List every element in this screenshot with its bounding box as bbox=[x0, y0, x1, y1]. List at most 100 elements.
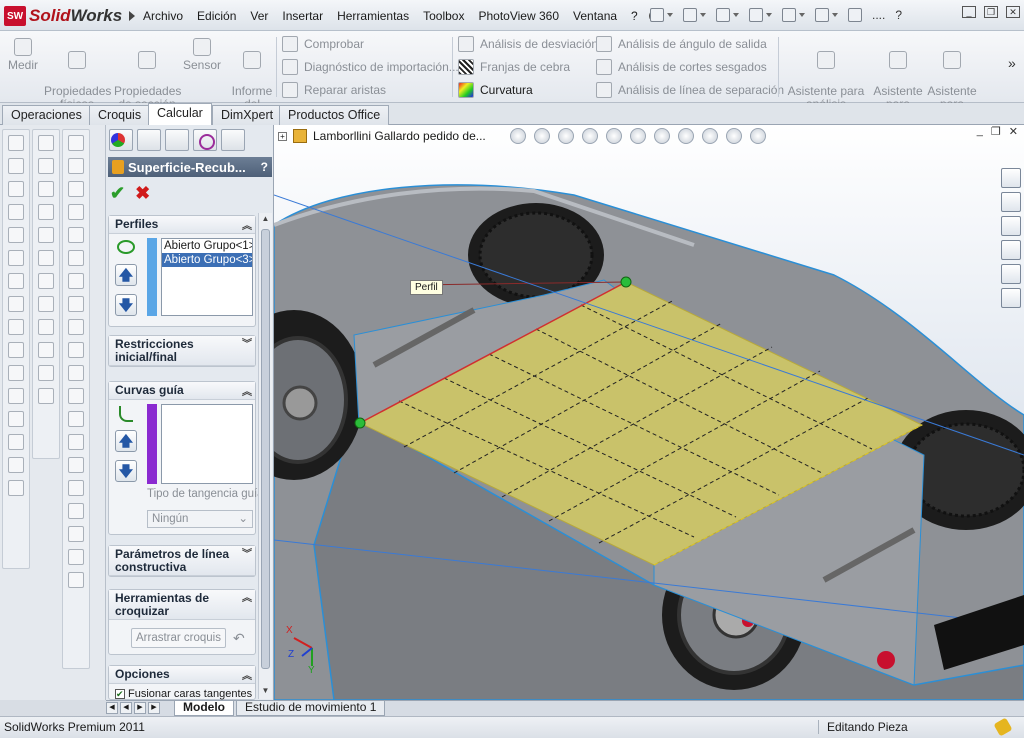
offset-surface-icon[interactable] bbox=[68, 273, 84, 289]
solid-icon[interactable] bbox=[38, 227, 54, 243]
menu-photoview[interactable]: PhotoView 360 bbox=[471, 9, 566, 23]
rebuild-icon[interactable] bbox=[848, 8, 862, 22]
delete-face-icon[interactable] bbox=[38, 342, 54, 358]
pattern-icon[interactable] bbox=[8, 457, 24, 473]
restore-icon[interactable]: ❐ bbox=[984, 6, 998, 18]
dynamic-annotation-icon[interactable] bbox=[606, 128, 622, 144]
list-item[interactable]: Abierto Grupo<1> bbox=[162, 239, 252, 253]
section-view-icon[interactable] bbox=[582, 128, 598, 144]
design-library-icon[interactable] bbox=[1001, 192, 1021, 212]
undo-icon[interactable] bbox=[782, 8, 796, 22]
sweep-icon[interactable] bbox=[8, 181, 24, 197]
print-icon[interactable] bbox=[749, 8, 763, 22]
import-diagnostics-button[interactable]: Diagnóstico de importación... bbox=[282, 57, 459, 77]
guide-curves-header[interactable]: Curvas guía ︽ bbox=[109, 382, 255, 400]
scroll-thumb[interactable] bbox=[261, 229, 270, 669]
flex-icon[interactable] bbox=[8, 411, 24, 427]
expand-icon[interactable]: ︾ bbox=[242, 338, 252, 351]
tab-modelo[interactable]: Modelo bbox=[174, 701, 234, 716]
view-settings-icon[interactable] bbox=[750, 128, 766, 144]
curve-icon[interactable] bbox=[68, 526, 84, 542]
rib-icon[interactable] bbox=[8, 319, 24, 335]
split-icon[interactable] bbox=[38, 250, 54, 266]
surface-extrude-icon[interactable] bbox=[68, 135, 84, 151]
cancel-button[interactable]: ✖ bbox=[135, 183, 150, 204]
parting-line-analysis-button[interactable]: Análisis de línea de separación bbox=[596, 80, 784, 100]
loft-icon[interactable] bbox=[8, 204, 24, 220]
menu-help[interactable]: ? bbox=[624, 9, 645, 23]
last-tab-icon[interactable]: ▶ bbox=[148, 702, 160, 714]
undo-sketch-icon[interactable]: ↶ bbox=[233, 630, 245, 647]
menu-toolbox[interactable]: Toolbox bbox=[416, 9, 471, 23]
rebuild-status-icon[interactable] bbox=[993, 717, 1013, 737]
viewport-minimize-icon[interactable]: _ bbox=[977, 125, 983, 138]
expand-tree-icon[interactable]: + bbox=[278, 131, 287, 141]
next-tab-icon[interactable]: ▶ bbox=[134, 702, 146, 714]
profiles-header[interactable]: Perfiles ︽ bbox=[109, 216, 255, 234]
extrude-icon[interactable] bbox=[8, 135, 24, 151]
menu-insertar[interactable]: Insertar bbox=[275, 9, 330, 23]
mirror-icon[interactable] bbox=[8, 434, 24, 450]
collapse-icon[interactable]: ︽ bbox=[242, 218, 252, 235]
help-button[interactable]: ? bbox=[895, 8, 902, 22]
trim-surface-icon[interactable] bbox=[68, 365, 84, 381]
tab-calcular[interactable]: Calcular bbox=[148, 103, 212, 126]
offset-icon[interactable] bbox=[38, 365, 54, 381]
knit-surface-icon[interactable] bbox=[68, 411, 84, 427]
more-commands-button[interactable]: » bbox=[1008, 55, 1016, 71]
tangency-type-select[interactable]: Ningún ⌄ bbox=[147, 510, 253, 528]
surface-revolve-icon[interactable] bbox=[68, 158, 84, 174]
solidworks-logo[interactable]: SW SolidWorks bbox=[4, 4, 136, 28]
home-icon[interactable] bbox=[1001, 168, 1021, 188]
ok-button[interactable]: ✔ bbox=[110, 183, 125, 204]
hide-show-items-icon[interactable] bbox=[678, 128, 694, 144]
appearances-icon[interactable] bbox=[1001, 264, 1021, 284]
menu-ventana[interactable]: Ventana bbox=[566, 9, 624, 23]
block-icon[interactable] bbox=[38, 204, 54, 220]
custom-properties-icon[interactable] bbox=[1001, 288, 1021, 308]
save-icon[interactable] bbox=[716, 8, 730, 22]
viewport-close-icon[interactable]: ✕ bbox=[1009, 125, 1018, 138]
tab-productos-office[interactable]: Productos Office bbox=[279, 105, 390, 125]
untrim-surface-icon[interactable] bbox=[68, 388, 84, 404]
ruled-surface-icon[interactable] bbox=[68, 296, 84, 312]
new-document-icon[interactable] bbox=[650, 8, 664, 22]
menu-edicion[interactable]: Edición bbox=[190, 9, 243, 23]
undo-dropdown-icon[interactable] bbox=[799, 13, 805, 17]
drag-sketch-button[interactable]: Arrastrar croquis bbox=[131, 628, 226, 648]
surface-loft-icon[interactable] bbox=[68, 204, 84, 220]
select-arrow-icon[interactable] bbox=[815, 8, 829, 22]
dimxpert-manager-tab-icon[interactable] bbox=[193, 129, 217, 151]
combine-icon[interactable] bbox=[38, 273, 54, 289]
tab-croquis[interactable]: Croquis bbox=[89, 105, 151, 125]
box-icon[interactable] bbox=[38, 135, 54, 151]
cylinder-icon[interactable] bbox=[38, 158, 54, 174]
property-manager-tab-icon[interactable] bbox=[137, 129, 161, 151]
zebra-stripes-button[interactable]: Franjas de cebra bbox=[458, 57, 570, 77]
tree-item-label[interactable]: Lamborllini Gallardo pedido de... bbox=[313, 129, 486, 143]
merge-tangent-option[interactable]: ✔ Fusionar caras tangentes bbox=[115, 688, 252, 700]
draft-analysis-button[interactable]: Análisis de ángulo de salida bbox=[596, 34, 767, 54]
viewport-restore-icon[interactable]: ❐ bbox=[991, 125, 1001, 138]
constraints-header[interactable]: Restricciones inicial/final ︾ bbox=[109, 336, 255, 366]
view-orientation-icon[interactable] bbox=[630, 128, 646, 144]
draft-icon[interactable] bbox=[8, 342, 24, 358]
move-down-button[interactable]: 🡇 bbox=[115, 294, 137, 316]
property-manager-scrollbar[interactable]: ▲ ▼ bbox=[258, 213, 272, 699]
menu-herramientas[interactable]: Herramientas bbox=[330, 9, 416, 23]
fill-surface-icon[interactable] bbox=[68, 319, 84, 335]
thicken-icon[interactable] bbox=[38, 388, 54, 404]
flyout-arrow-icon[interactable] bbox=[129, 11, 136, 21]
extend-surface-icon[interactable] bbox=[68, 342, 84, 358]
guide-down-button[interactable]: 🡇 bbox=[115, 460, 137, 482]
tab-estudio-movimiento[interactable]: Estudio de movimiento 1 bbox=[236, 701, 386, 716]
dome-icon[interactable] bbox=[8, 388, 24, 404]
edit-appearance-icon[interactable] bbox=[702, 128, 718, 144]
surface-sweep-icon[interactable] bbox=[68, 181, 84, 197]
menu-ver[interactable]: Ver bbox=[243, 9, 275, 23]
expand-icon[interactable]: ︾ bbox=[242, 548, 252, 561]
zoom-to-area-icon[interactable] bbox=[534, 128, 550, 144]
prev-tab-icon[interactable]: ◀ bbox=[120, 702, 132, 714]
configuration-manager-tab-icon[interactable] bbox=[165, 129, 189, 151]
collapse-icon[interactable]: ︽ bbox=[242, 668, 252, 685]
